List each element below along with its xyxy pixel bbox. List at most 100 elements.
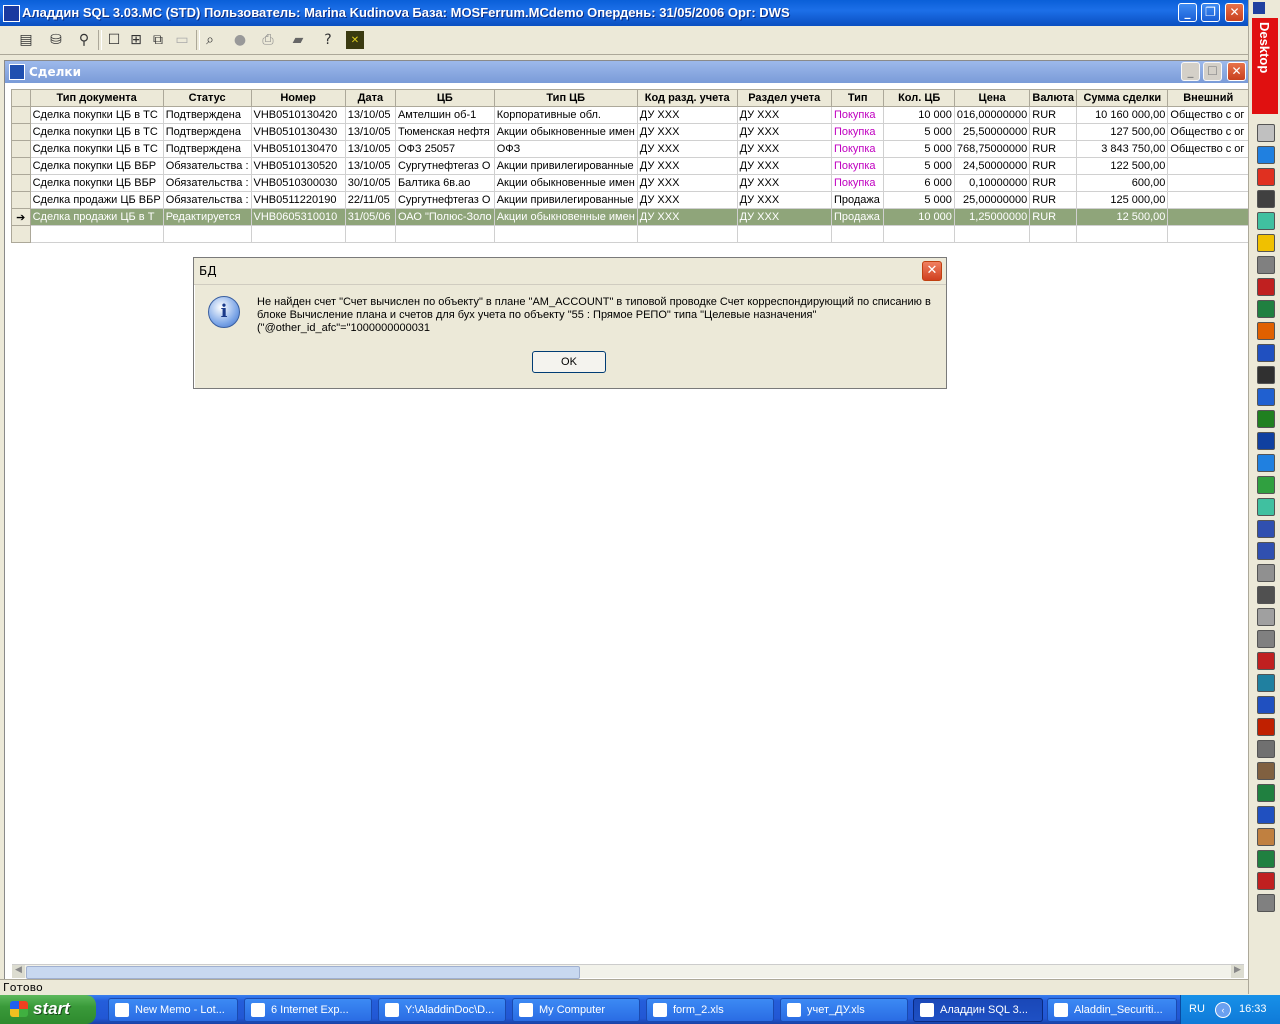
table-cell[interactable]: Редактируется bbox=[163, 208, 252, 226]
table-row[interactable]: Сделка покупки ЦБ в ТС Подтверждена VHB051… bbox=[11, 106, 1249, 124]
table-cell[interactable]: 30/10/05 bbox=[345, 174, 396, 192]
quick-launch-icon[interactable] bbox=[1257, 476, 1275, 494]
table-cell[interactable]: 5 000 bbox=[883, 191, 955, 209]
table-cell[interactable]: RUR bbox=[1029, 106, 1078, 124]
table-cell[interactable]: Общество с ог bbox=[1167, 140, 1249, 158]
table-cell[interactable]: VHB0510130520 bbox=[251, 157, 346, 175]
table-cell[interactable]: 1,25000000 bbox=[954, 208, 1031, 226]
quick-launch-icon[interactable] bbox=[1257, 498, 1275, 516]
table-cell[interactable]: RUR bbox=[1029, 123, 1078, 141]
table-cell[interactable]: ДУ ХХХ bbox=[637, 191, 738, 209]
quick-launch-icon[interactable] bbox=[1257, 630, 1275, 648]
table-cell[interactable]: 10 000 bbox=[883, 208, 955, 226]
table-cell[interactable]: 016,00000000 bbox=[954, 106, 1031, 124]
table-cell[interactable] bbox=[1167, 191, 1249, 209]
table-cell[interactable]: ДУ ХХХ bbox=[737, 157, 832, 175]
table-cell[interactable]: Покупка bbox=[831, 123, 885, 141]
table-cell[interactable]: VHB0510130420 bbox=[251, 106, 346, 124]
table-cell[interactable]: ОАО "Полюс-Золо bbox=[395, 208, 495, 226]
table-cell[interactable]: Сделка покупки ЦБ в ТС bbox=[30, 123, 164, 141]
table-cell[interactable]: 24,50000000 bbox=[954, 157, 1031, 175]
table-row[interactable]: Сделка продажи ЦБ ВБР Обязательства : VHB0… bbox=[11, 191, 1249, 209]
binoculars-icon[interactable]: ⌕ bbox=[200, 30, 220, 50]
table-cell[interactable]: Подтверждена bbox=[163, 123, 252, 141]
language-indicator[interactable]: RU bbox=[1189, 1003, 1205, 1015]
desktop-button[interactable]: Desktop bbox=[1252, 18, 1278, 114]
table-cell[interactable]: 600,00 bbox=[1076, 174, 1169, 192]
table-cell[interactable]: ДУ ХХХ bbox=[637, 140, 738, 158]
table-cell[interactable]: ОФЗ bbox=[494, 140, 638, 158]
table-cell[interactable]: Акции привилегированные bbox=[494, 191, 638, 209]
table-cell[interactable]: RUR bbox=[1029, 140, 1078, 158]
quick-launch-icon[interactable] bbox=[1257, 322, 1275, 340]
table-cell[interactable]: 3 843 750,00 bbox=[1076, 140, 1169, 158]
table-cell[interactable]: 125 000,00 bbox=[1076, 191, 1169, 209]
table-cell[interactable]: Акции привилегированные bbox=[494, 157, 638, 175]
column-header[interactable]: Цена bbox=[953, 89, 1031, 107]
table-cell[interactable]: 127 500,00 bbox=[1076, 123, 1169, 141]
taskbar-button[interactable]: Аладдин SQL 3... bbox=[913, 998, 1043, 1022]
table-cell[interactable]: Общество с ог bbox=[1167, 106, 1249, 124]
table-cell[interactable]: RUR bbox=[1029, 208, 1078, 226]
scroll-right-icon[interactable]: ▶ bbox=[1231, 965, 1244, 978]
search-user-icon[interactable]: ⚲ bbox=[74, 30, 94, 50]
table-cell[interactable]: 25,50000000 bbox=[954, 123, 1031, 141]
quick-launch-icon[interactable] bbox=[1257, 256, 1275, 274]
table-cell[interactable]: 12 500,00 bbox=[1076, 208, 1169, 226]
table-cell[interactable]: 13/10/05 bbox=[345, 140, 396, 158]
table-cell[interactable]: Сделка продажи ЦБ ВБР bbox=[30, 191, 164, 209]
quick-launch-icon[interactable] bbox=[1257, 740, 1275, 758]
table-cell[interactable]: ДУ ХХХ bbox=[637, 174, 738, 192]
quick-launch-icon[interactable] bbox=[1257, 212, 1275, 230]
table-row[interactable]: Сделка покупки ЦБ ВБР Обязательства : VHB0… bbox=[11, 174, 1249, 192]
table-cell[interactable]: Сделка покупки ЦБ ВБР bbox=[30, 174, 164, 192]
table-cell[interactable] bbox=[637, 225, 738, 243]
document-list-icon[interactable]: ▤ bbox=[16, 30, 36, 50]
quick-launch-icon[interactable] bbox=[1257, 872, 1275, 890]
table-cell[interactable]: 6 000 bbox=[883, 174, 955, 192]
quick-launch-icon[interactable] bbox=[1257, 762, 1275, 780]
taskbar-button[interactable]: Aladdin_Securiti... bbox=[1047, 998, 1177, 1022]
table-cell[interactable] bbox=[1076, 225, 1169, 243]
table-cell[interactable] bbox=[395, 225, 495, 243]
table-cell[interactable] bbox=[1029, 225, 1078, 243]
quick-launch-icon[interactable] bbox=[1257, 850, 1275, 868]
column-header[interactable]: Сумма сделки bbox=[1076, 89, 1169, 107]
table-cell[interactable]: VHB0605310010 bbox=[251, 208, 346, 226]
table-cell[interactable]: Обязательства : bbox=[163, 174, 252, 192]
table-cell[interactable]: VHB0510130430 bbox=[251, 123, 346, 141]
table-cell[interactable]: Сургутнефтегаз О bbox=[395, 157, 495, 175]
table-cell[interactable]: ДУ ХХХ bbox=[737, 208, 832, 226]
table-row[interactable]: Сделка покупки ЦБ в ТС Подтверждена VHB051… bbox=[11, 123, 1249, 141]
table-cell[interactable]: Сделка покупки ЦБ ВБР bbox=[30, 157, 164, 175]
table-cell[interactable]: 31/05/06 bbox=[345, 208, 396, 226]
table-row[interactable]: ➔ Сделка продажи ЦБ в Т Редактируется VHB06… bbox=[11, 208, 1249, 226]
quick-launch-icon[interactable] bbox=[1257, 586, 1275, 604]
column-header[interactable]: Тип документа bbox=[29, 89, 164, 107]
exit-icon[interactable]: ✕ bbox=[346, 31, 364, 49]
table-cell[interactable]: ДУ ХХХ bbox=[737, 191, 832, 209]
table-cell[interactable]: Продажа bbox=[831, 191, 885, 209]
table-cell[interactable]: Подтверждена bbox=[163, 106, 252, 124]
column-header[interactable]: Раздел учета bbox=[736, 89, 832, 107]
start-button[interactable]: start bbox=[0, 995, 96, 1024]
quick-launch-icon[interactable] bbox=[1257, 168, 1275, 186]
child-close-button[interactable]: ✕ bbox=[1227, 62, 1246, 81]
table-cell[interactable]: ДУ ХХХ bbox=[737, 106, 832, 124]
stop-icon[interactable]: ● bbox=[230, 30, 250, 50]
column-header[interactable]: Статус bbox=[162, 89, 252, 107]
table-cell[interactable]: RUR bbox=[1029, 174, 1078, 192]
table-cell[interactable]: VHB0510130470 bbox=[251, 140, 346, 158]
table-cell[interactable]: Обязательства : bbox=[163, 191, 252, 209]
table-cell[interactable] bbox=[954, 225, 1031, 243]
folder-icon[interactable]: ▰ bbox=[288, 30, 308, 50]
table-cell[interactable] bbox=[494, 225, 638, 243]
dialog-title-bar[interactable]: БД ✕ bbox=[194, 258, 946, 285]
table-cell[interactable]: ДУ ХХХ bbox=[737, 140, 832, 158]
quick-launch-icon[interactable] bbox=[1257, 344, 1275, 362]
table-row[interactable]: Сделка покупки ЦБ ВБР Обязательства : VHB0… bbox=[11, 157, 1249, 175]
maximize-button[interactable]: ❐ bbox=[1201, 3, 1220, 22]
table-cell[interactable]: Покупка bbox=[831, 157, 885, 175]
column-header[interactable]: Внешний bbox=[1167, 89, 1249, 107]
table-cell[interactable]: 10 160 000,00 bbox=[1076, 106, 1169, 124]
